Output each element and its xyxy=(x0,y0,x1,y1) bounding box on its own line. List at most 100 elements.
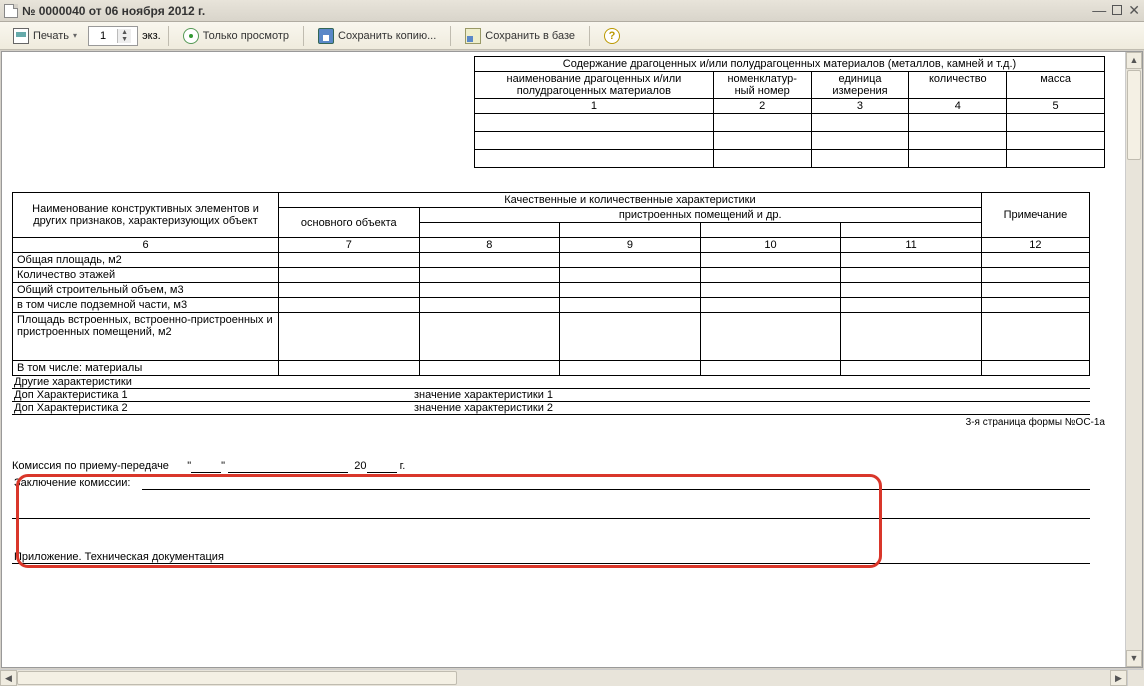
other-label: Другие характеристики xyxy=(12,376,1090,389)
t1-col5: масса xyxy=(1007,72,1105,99)
t1-col4: количество xyxy=(909,72,1007,99)
table-row xyxy=(475,132,1105,150)
t1-col1: наименование драгоценных и/или полудраго… xyxy=(475,72,714,99)
t2-col-mid: Качественные и количественные характерис… xyxy=(279,193,982,208)
content-area: Содержание драгоценных и/или полудрагоце… xyxy=(1,51,1143,668)
precious-materials-table: Содержание драгоценных и/или полудрагоце… xyxy=(474,56,1105,168)
copies-stepper[interactable]: ▲ ▼ xyxy=(88,26,138,46)
t2-n9: 9 xyxy=(560,238,701,253)
toolbar-separator xyxy=(589,26,590,46)
save-copy-button[interactable]: Сохранить копию... xyxy=(311,25,443,47)
t1-col3: единица измерения xyxy=(811,72,909,99)
page-note: 3-я страница формы №ОС-1а xyxy=(12,417,1105,428)
document-viewport[interactable]: Содержание драгоценных и/или полудрагоце… xyxy=(2,52,1125,667)
hscroll-track[interactable] xyxy=(17,670,1110,686)
t2-col-right: Примечание xyxy=(981,193,1089,238)
window-title: № 0000040 от 06 ноября 2012 г. xyxy=(22,4,205,18)
t2-n10: 10 xyxy=(700,238,841,253)
t2-n7: 7 xyxy=(279,238,420,253)
t1-header: Содержание драгоценных и/или полудрагоце… xyxy=(475,57,1105,72)
t2-n6: 6 xyxy=(13,238,279,253)
preview-toggle[interactable]: Только просмотр xyxy=(176,25,296,47)
extra-row1-name: Доп Характеристика 1 xyxy=(12,389,412,402)
maximize-button[interactable] xyxy=(1112,2,1122,19)
scroll-right-button[interactable]: ▶ xyxy=(1110,670,1127,686)
commission-month-blank xyxy=(228,460,348,473)
t1-n2: 2 xyxy=(713,99,811,114)
help-icon: ? xyxy=(604,28,620,44)
table-row: Площадь встроенных, встроенно-пристроенн… xyxy=(13,313,1090,361)
commission-year-suffix: г. xyxy=(400,460,406,472)
window-controls: — ✕ xyxy=(1092,2,1140,19)
t2-sub1: основного объекта xyxy=(279,208,420,238)
t2-col-left: Наименование конструктивных элементов и … xyxy=(13,193,279,238)
toolbar-separator xyxy=(303,26,304,46)
save-db-label: Сохранить в базе xyxy=(485,30,575,42)
copies-up[interactable]: ▲ xyxy=(117,29,131,36)
window: № 0000040 от 06 ноября 2012 г. — ✕ Печат… xyxy=(0,0,1144,686)
minimize-button[interactable]: — xyxy=(1092,2,1106,19)
commission-conclusion-blank xyxy=(142,477,1090,490)
extra-row2-name: Доп Характеристика 2 xyxy=(12,402,412,415)
document-icon xyxy=(4,4,18,18)
close-button[interactable]: ✕ xyxy=(1128,2,1140,19)
print-icon xyxy=(13,28,29,44)
extra-row1-value: значение характеристики 1 xyxy=(412,389,1090,402)
attachment-block: Приложение. Техническая документация xyxy=(12,551,1090,564)
save-db-button[interactable]: Сохранить в базе xyxy=(458,25,582,47)
scroll-down-button[interactable]: ▼ xyxy=(1126,650,1142,667)
copies-down[interactable]: ▼ xyxy=(117,36,131,43)
t2-n8: 8 xyxy=(419,238,560,253)
table-row: в том числе подземной части, м3 xyxy=(13,298,1090,313)
toolbar-separator xyxy=(168,26,169,46)
preview-label: Только просмотр xyxy=(203,30,289,42)
t1-n4: 4 xyxy=(909,99,1007,114)
t1-n1: 1 xyxy=(475,99,714,114)
print-button[interactable]: Печать ▾ xyxy=(6,25,84,47)
t1-n5: 5 xyxy=(1007,99,1105,114)
t1-n3: 3 xyxy=(811,99,909,114)
table-row: Количество этажей xyxy=(13,268,1090,283)
help-button[interactable]: ? xyxy=(597,25,627,47)
commission-day-blank xyxy=(191,460,221,473)
eye-icon xyxy=(183,28,199,44)
commission-blank-line xyxy=(12,506,1090,519)
t2-n11: 11 xyxy=(841,238,982,253)
horizontal-scrollbar[interactable]: ◀ ▶ xyxy=(0,669,1144,686)
commission-block: Комиссия по приему-передаче " " 20 г. За… xyxy=(12,460,1115,519)
table-row: В том числе: материалы xyxy=(13,361,1090,376)
t2-blank xyxy=(700,223,841,238)
hscroll-thumb[interactable] xyxy=(17,671,457,685)
commission-prefix: Комиссия по приему-передаче xyxy=(12,460,169,472)
copies-suffix: экз. xyxy=(142,30,161,42)
extra-row2-value: значение характеристики 2 xyxy=(412,402,1090,415)
table-row: Общая площадь, м2 xyxy=(13,253,1090,268)
t2-n12: 12 xyxy=(981,238,1089,253)
scrollbar-corner xyxy=(1127,670,1144,686)
attachment-label: Приложение. Техническая документация xyxy=(12,551,1090,564)
save-icon xyxy=(318,28,334,44)
t2-sub2: пристроенных помещений и др. xyxy=(419,208,981,223)
vscroll-thumb[interactable] xyxy=(1127,70,1141,160)
print-label: Печать xyxy=(33,30,69,42)
t2-blank xyxy=(419,223,560,238)
t1-col2: номенклатур- ный номер xyxy=(713,72,811,99)
other-characteristics: Другие характеристики Доп Характеристика… xyxy=(12,376,1090,415)
toolbar: Печать ▾ ▲ ▼ экз. Только просмотр Сохран… xyxy=(0,22,1144,50)
scroll-left-button[interactable]: ◀ xyxy=(0,670,17,686)
copies-input[interactable] xyxy=(89,29,117,43)
toolbar-separator xyxy=(450,26,451,46)
save-copy-label: Сохранить копию... xyxy=(338,30,436,42)
commission-quote: " xyxy=(221,460,225,472)
t2-blank xyxy=(560,223,701,238)
titlebar: № 0000040 от 06 ноября 2012 г. — ✕ xyxy=(0,0,1144,22)
vertical-scrollbar[interactable]: ▲ ▼ xyxy=(1125,52,1142,667)
commission-year-blank xyxy=(367,460,397,473)
characteristics-table: Наименование конструктивных элементов и … xyxy=(12,192,1090,376)
save-db-icon xyxy=(465,28,481,44)
table-row xyxy=(475,114,1105,132)
commission-year20: 20 xyxy=(354,460,366,472)
scroll-up-button[interactable]: ▲ xyxy=(1126,52,1142,69)
t2-blank xyxy=(841,223,982,238)
table-row xyxy=(475,150,1105,168)
